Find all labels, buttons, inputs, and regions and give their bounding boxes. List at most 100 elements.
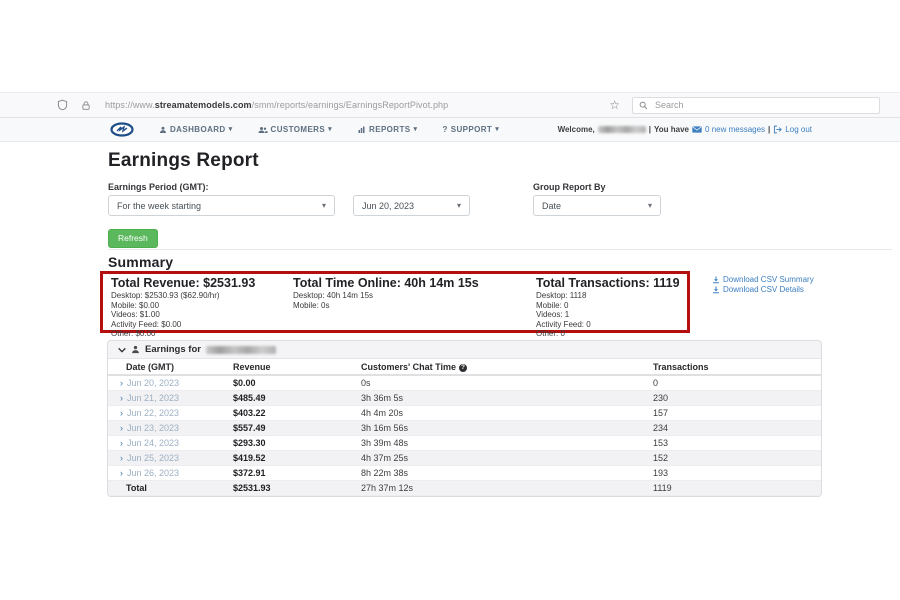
revenue-cell: $293.30 (233, 435, 361, 450)
page-title: Earnings Report (108, 150, 259, 172)
chevron-right-icon[interactable]: › (120, 453, 123, 463)
user-status-bar: Welcome, | You have 0 new messages | Log… (558, 125, 812, 134)
summary-time-online-block: Total Time Online: 40h 14m 15s Desktop: … (293, 276, 479, 310)
separator: | (768, 125, 770, 134)
nav-support-label: SUPPORT (451, 125, 492, 134)
transactions-videos-line: Videos: 1 (536, 310, 680, 320)
total-revenue-cell: $2531.93 (233, 480, 361, 495)
transactions-cell: 193 (653, 465, 821, 480)
table-header-row: Date (GMT) Revenue Customers' Chat Time?… (108, 359, 821, 375)
chat-time-cell: 4h 37m 25s (361, 450, 653, 465)
revenue-cell: $403.22 (233, 405, 361, 420)
chevron-down-icon[interactable] (118, 347, 126, 353)
browser-search-box[interactable] (632, 97, 880, 114)
date-expand-link[interactable]: ›Jun 20, 2023 (108, 375, 233, 390)
earnings-card-header[interactable]: Earnings for (108, 341, 821, 359)
col-date-gmt: Date (GMT) (108, 359, 233, 375)
date-expand-link[interactable]: ›Jun 24, 2023 (108, 435, 233, 450)
shield-icon[interactable] (57, 99, 68, 111)
download-csv-summary-label: Download CSV Summary (723, 275, 814, 285)
col-revenue: Revenue (233, 359, 361, 375)
time-desktop-line: Desktop: 40h 14m 15s (293, 291, 479, 301)
earnings-period-label: Earnings Period (GMT): (108, 182, 209, 192)
earnings-for-label: Earnings for (145, 344, 201, 355)
browser-toolbar: https://www.streamatemodels.com/smm/repo… (0, 92, 900, 118)
period-date-value: Jun 20, 2023 (362, 201, 414, 211)
period-type-select[interactable]: For the week starting ▾ (108, 195, 335, 216)
chevron-down-icon: ▾ (495, 126, 499, 133)
new-messages-link[interactable]: 0 new messages (705, 125, 765, 134)
download-csv-details-link[interactable]: Download CSV Details (712, 285, 814, 295)
date-expand-link[interactable]: ›Jun 23, 2023 (108, 420, 233, 435)
welcome-label: Welcome, (558, 125, 595, 134)
total-transactions-cell: 1119 (653, 480, 821, 495)
chat-time-cell: 3h 16m 56s (361, 420, 653, 435)
chevron-right-icon[interactable]: › (120, 408, 123, 418)
chat-time-cell: 8h 22m 38s (361, 465, 653, 480)
date-expand-link[interactable]: ›Jun 22, 2023 (108, 405, 233, 420)
total-revenue-title: Total Revenue: $2531.93 (111, 276, 255, 290)
revenue-activity-feed-line: Activity Feed: $0.00 (111, 320, 255, 330)
download-icon (712, 276, 720, 284)
logout-link[interactable]: Log out (785, 125, 812, 134)
revenue-other-line: Other: $0.00 (111, 329, 255, 339)
total-label: Total (108, 480, 233, 495)
chat-time-cell: 3h 39m 48s (361, 435, 653, 450)
search-input[interactable] (653, 99, 853, 111)
date-expand-link[interactable]: ›Jun 25, 2023 (108, 450, 233, 465)
question-icon: ? (442, 125, 447, 134)
date-expand-link[interactable]: ›Jun 26, 2023 (108, 465, 233, 480)
transactions-cell: 152 (653, 450, 821, 465)
you-have-label: You have (654, 125, 689, 134)
refresh-button[interactable]: Refresh (108, 229, 158, 248)
transactions-cell: 153 (653, 435, 821, 450)
download-icon (712, 286, 720, 294)
lock-icon[interactable] (81, 100, 91, 111)
download-csv-summary-link[interactable]: Download CSV Summary (712, 275, 814, 285)
chevron-down-icon: ▾ (322, 201, 326, 210)
date-expand-link[interactable]: ›Jun 21, 2023 (108, 390, 233, 405)
download-csv-details-label: Download CSV Details (723, 285, 804, 295)
chevron-down-icon: ▾ (414, 126, 418, 133)
address-bar-url[interactable]: https://www.streamatemodels.com/smm/repo… (105, 100, 448, 110)
nav-dashboard[interactable]: DASHBOARD ▾ (159, 125, 233, 134)
table-row: ›Jun 22, 2023 $403.22 4h 4m 20s 157 (108, 405, 821, 420)
question-circle-icon[interactable]: ? (459, 364, 467, 372)
nav-customers[interactable]: CUSTOMERS ▾ (258, 125, 333, 134)
chevron-right-icon[interactable]: › (120, 393, 123, 403)
table-row: ›Jun 23, 2023 $557.49 3h 16m 56s 234 (108, 420, 821, 435)
app-navbar: DASHBOARD ▾ CUSTOMERS ▾ REPORTS ▾ ? SUPP… (0, 118, 900, 142)
chevron-right-icon[interactable]: › (120, 378, 123, 388)
nav-dashboard-label: DASHBOARD (170, 125, 226, 134)
transactions-desktop-line: Desktop: 1118 (536, 291, 680, 301)
people-icon (258, 126, 268, 134)
transactions-cell: 234 (653, 420, 821, 435)
group-report-by-label: Group Report By (533, 182, 606, 192)
chevron-down-icon: ▾ (229, 126, 233, 133)
envelope-icon (692, 126, 702, 133)
nav-support[interactable]: ? SUPPORT ▾ (442, 125, 499, 134)
summary-heading: Summary (108, 254, 173, 270)
streamate-logo-icon[interactable] (110, 122, 134, 137)
redacted-username (598, 126, 646, 133)
summary-revenue-block: Total Revenue: $2531.93 Desktop: $2530.9… (111, 276, 255, 339)
bookmark-star-icon[interactable]: ☆ (609, 99, 620, 111)
col-chat-time: Customers' Chat Time? (361, 359, 653, 375)
chevron-right-icon[interactable]: › (120, 423, 123, 433)
group-by-select[interactable]: Date ▾ (533, 195, 661, 216)
chevron-right-icon[interactable]: › (120, 438, 123, 448)
col-transactions: Transactions (653, 359, 821, 375)
table-row: ›Jun 24, 2023 $293.30 3h 39m 48s 153 (108, 435, 821, 450)
nav-reports[interactable]: REPORTS ▾ (357, 125, 417, 134)
transactions-cell: 230 (653, 390, 821, 405)
summary-annotation-box: Total Revenue: $2531.93 Desktop: $2530.9… (100, 271, 690, 333)
csv-download-links: Download CSV Summary Download CSV Detail… (712, 275, 814, 295)
person-icon (131, 345, 140, 354)
time-mobile-line: Mobile: 0s (293, 301, 479, 311)
chat-time-cell: 0s (361, 375, 653, 390)
bar-chart-icon (357, 126, 366, 134)
total-time-online-title: Total Time Online: 40h 14m 15s (293, 276, 479, 290)
period-date-select[interactable]: Jun 20, 2023 ▾ (353, 195, 470, 216)
chevron-right-icon[interactable]: › (120, 468, 123, 478)
chevron-down-icon: ▾ (648, 201, 652, 210)
